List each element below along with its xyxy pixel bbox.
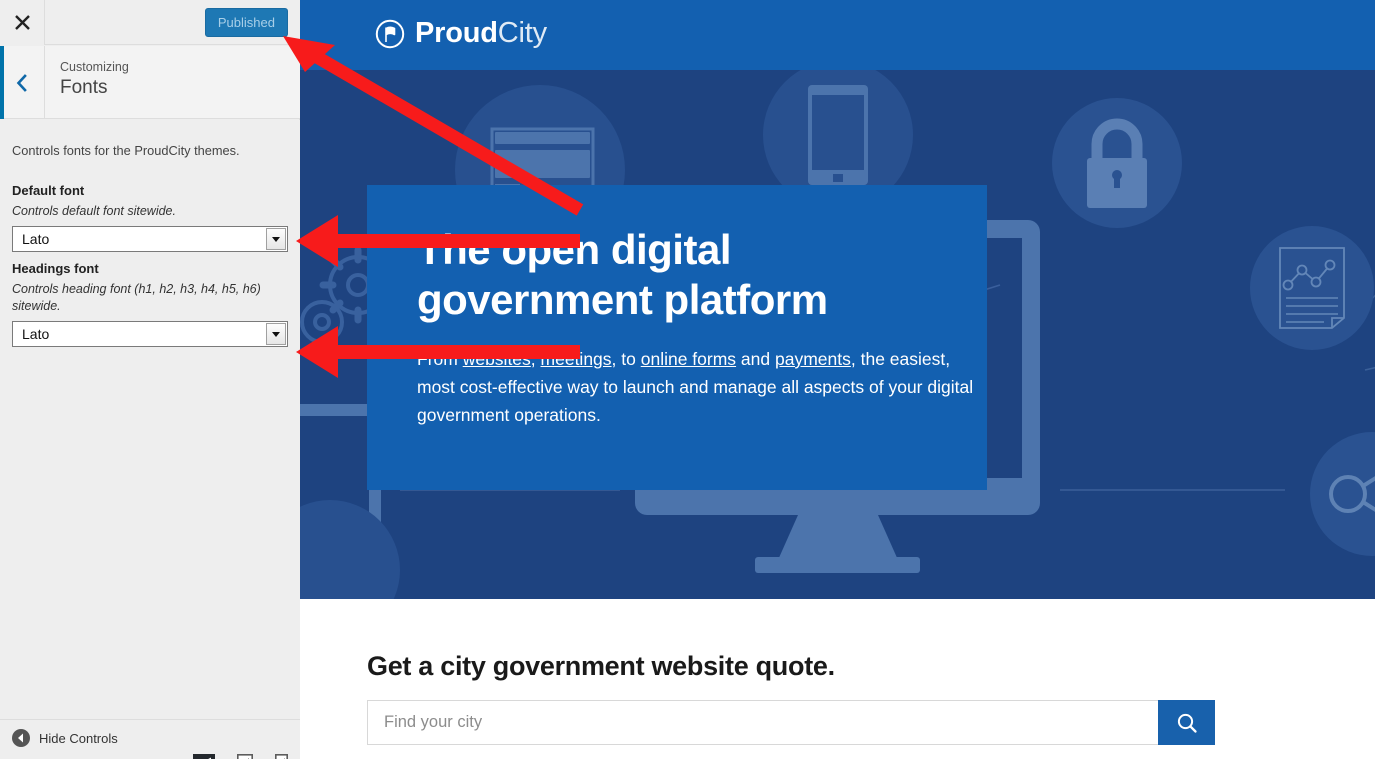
default-font-label: Default font: [12, 183, 85, 198]
close-customizer-button[interactable]: [0, 0, 45, 45]
hero-link-websites[interactable]: websites: [463, 349, 531, 369]
quote-section: Get a city government website quote.: [300, 599, 1375, 759]
logo-wordmark: ProudCity: [415, 17, 547, 50]
control-headings-font: Headings font Controls heading font (h1,…: [12, 260, 288, 347]
screen: Published Customizing Fonts Controls fon…: [0, 0, 1375, 759]
quote-heading: Get a city government website quote.: [367, 651, 835, 681]
headings-font-label: Headings font: [12, 261, 99, 276]
hero-sep-1: , to: [611, 349, 641, 369]
page-title: Fonts: [60, 77, 108, 98]
hero-sep-0: ,: [530, 349, 541, 369]
hide-controls-button[interactable]: Hide Controls: [12, 729, 118, 747]
hide-controls-label: Hide Controls: [39, 730, 118, 746]
hero-body-lead: From: [417, 349, 463, 369]
theme-customizer-panel: Published Customizing Fonts Controls fon…: [0, 0, 300, 759]
customizer-controls: Controls fonts for the ProudCity themes.…: [0, 120, 300, 720]
chevron-down-icon: [266, 228, 286, 250]
back-button[interactable]: [0, 46, 45, 119]
mobile-preview-icon[interactable]: [275, 754, 288, 759]
default-font-select[interactable]: Lato: [12, 226, 288, 252]
section-titles: Customizing Fonts: [60, 59, 129, 101]
default-font-help: Controls default font sitewide.: [12, 204, 176, 218]
city-search-form: [367, 700, 1215, 745]
panel-description: Controls fonts for the ProudCity themes.: [12, 143, 240, 158]
logo-word-bold: Proud: [415, 17, 498, 49]
search-icon: [1177, 713, 1197, 733]
site-preview: ProudCity The open digital government pl…: [300, 0, 1375, 759]
flag-badge-icon: [375, 19, 405, 48]
customizer-topbar: Published: [0, 0, 300, 45]
site-header: ProudCity: [300, 0, 1375, 70]
device-preview-switcher: [193, 754, 288, 759]
tablet-preview-icon[interactable]: [237, 754, 253, 759]
default-font-value: Lato: [22, 231, 50, 247]
hero-link-payments[interactable]: payments: [775, 349, 851, 369]
control-default-font: Default font Controls default font sitew…: [12, 182, 288, 252]
customizer-section-header: Customizing Fonts: [0, 46, 300, 119]
hero-link-online-forms[interactable]: online forms: [641, 349, 736, 369]
headings-font-value: Lato: [22, 326, 50, 342]
proudcity-logo[interactable]: ProudCity: [375, 17, 547, 50]
desktop-preview-icon[interactable]: [193, 754, 215, 759]
headings-font-select[interactable]: Lato: [12, 321, 288, 347]
customizing-eyebrow: Customizing: [60, 60, 129, 74]
logo-word-light: City: [497, 17, 547, 49]
close-icon: [14, 15, 30, 30]
customizer-footer: Hide Controls: [0, 719, 300, 759]
chevron-left-icon: [16, 73, 27, 92]
chevron-down-icon: [266, 323, 286, 345]
hero-heading: The open digital government platform: [417, 226, 828, 323]
search-submit-button[interactable]: [1158, 700, 1215, 745]
hero-link-meetings[interactable]: meetings: [541, 349, 612, 369]
hero-section: The open digital government platform Fro…: [300, 70, 1375, 599]
hero-sep-2: and: [736, 349, 775, 369]
publish-button[interactable]: Published: [204, 8, 288, 37]
hero-body: From websites, meetings, to online forms…: [417, 345, 977, 429]
headings-font-help: Controls heading font (h1, h2, h3, h4, h…: [12, 282, 261, 313]
find-city-input[interactable]: [367, 700, 1158, 745]
collapse-arrow-icon: [12, 729, 30, 747]
hero-content: The open digital government platform Fro…: [417, 225, 977, 429]
